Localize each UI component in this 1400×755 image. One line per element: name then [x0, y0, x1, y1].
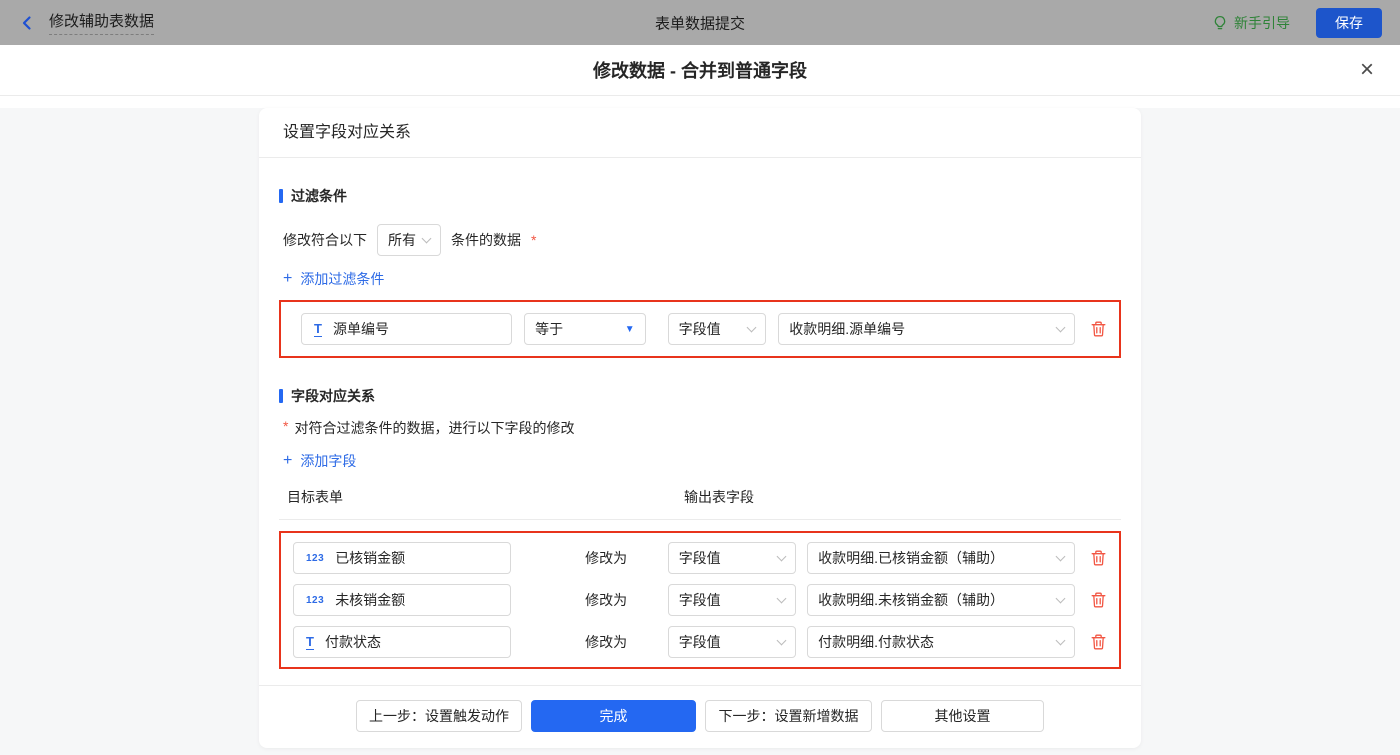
target-field-input[interactable]: 123 已核销金额: [293, 542, 512, 574]
save-button[interactable]: 保存: [1316, 7, 1382, 38]
mapping-table-header: 目标表单 输出表字段: [279, 487, 1121, 520]
number-field-type-icon: 123: [306, 552, 325, 564]
trash-icon[interactable]: [1090, 591, 1107, 609]
match-prefix: 修改符合以下: [283, 232, 367, 248]
back-icon[interactable]: [18, 14, 36, 32]
row-value-select[interactable]: 付款明细.付款状态: [807, 626, 1075, 658]
row-value-type-select[interactable]: 字段值: [667, 626, 797, 658]
match-mode-value: 所有: [388, 232, 416, 248]
mapping-rows-box: 123 已核销金额 修改为 字段值 收款明细.已核销金额（辅助） 123 未核销…: [279, 531, 1121, 669]
done-button[interactable]: 完成: [531, 700, 696, 732]
target-field-value: 付款状态: [324, 634, 381, 650]
chevron-down-icon: [1055, 593, 1066, 603]
filter-section-label: 过滤条件: [291, 188, 347, 204]
other-settings-button[interactable]: 其他设置: [881, 700, 1044, 732]
chevron-down-icon: [746, 322, 757, 332]
chevron-down-icon: [776, 551, 787, 561]
add-filter-condition-link[interactable]: + 添加过滤条件: [279, 269, 1121, 289]
add-field-link[interactable]: + 添加字段: [279, 451, 1121, 471]
close-icon[interactable]: ×: [1360, 58, 1374, 82]
mapping-row: 123 已核销金额 修改为 字段值 收款明细.已核销金额（辅助）: [293, 542, 1107, 574]
operator-value: 等于: [535, 321, 564, 337]
plus-icon: +: [283, 270, 293, 287]
modal-footer: 上一步：设置触发动作 完成 下一步：设置新增数据 其他设置: [259, 685, 1141, 748]
modal-body: 设置字段对应关系 过滤条件 修改符合以下 所有 条件的数据 * + 添加过滤条件: [0, 108, 1400, 755]
filter-value-type-select[interactable]: 字段值: [667, 313, 767, 345]
row-value-type: 字段值: [678, 634, 721, 650]
guide-label: 新手引导: [1234, 14, 1290, 31]
mapping-description-text: 对符合过滤条件的数据，进行以下字段的修改: [294, 420, 575, 436]
row-value: 收款明细.已核销金额（辅助）: [818, 550, 1005, 566]
filter-field-input[interactable]: T 源单编号: [301, 313, 513, 345]
required-asterisk: *: [283, 418, 289, 434]
trash-icon[interactable]: [1090, 633, 1107, 651]
row-value-select[interactable]: 收款明细.未核销金额（辅助）: [807, 584, 1075, 616]
filter-section-title: 过滤条件: [279, 158, 1121, 206]
mapping-row: T 付款状态 修改为 字段值 付款明细.付款状态: [293, 626, 1107, 658]
match-row: 修改符合以下 所有 条件的数据 *: [279, 224, 1121, 256]
text-field-type-icon: T: [314, 320, 322, 337]
prev-step-button[interactable]: 上一步：设置触发动作: [356, 700, 522, 732]
lightbulb-icon: [1212, 15, 1228, 31]
settings-card: 设置字段对应关系 过滤条件 修改符合以下 所有 条件的数据 * + 添加过滤条件: [259, 108, 1141, 748]
chevron-down-icon: [776, 593, 787, 603]
column-target-form: 目标表单: [287, 489, 343, 505]
mapping-section-title: 字段对应关系: [279, 358, 1121, 406]
number-field-type-icon: 123: [306, 594, 325, 606]
target-field-input[interactable]: T 付款状态: [293, 626, 512, 658]
add-field-label: 添加字段: [300, 453, 357, 469]
target-field-value: 已核销金额: [335, 550, 406, 566]
page-title: 表单数据提交: [654, 15, 746, 32]
chevron-down-icon: [776, 635, 787, 645]
row-value-select[interactable]: 收款明细.已核销金额（辅助）: [807, 542, 1075, 574]
mapping-section-label: 字段对应关系: [291, 388, 375, 404]
chevron-down-icon: [421, 233, 432, 243]
mapping-row: 123 未核销金额 修改为 字段值 收款明细.未核销金额（辅助）: [293, 584, 1107, 616]
plus-icon: +: [283, 452, 293, 469]
trash-icon[interactable]: [1090, 320, 1107, 338]
text-field-type-icon: T: [306, 633, 314, 650]
next-step-button[interactable]: 下一步：设置新增数据: [705, 700, 872, 732]
row-value-type-select[interactable]: 字段值: [667, 584, 797, 616]
chevron-down-icon: [1055, 635, 1066, 645]
chevron-down-icon: [1055, 322, 1066, 332]
filter-value-select[interactable]: 收款明细.源单编号: [778, 313, 1075, 345]
filter-value: 收款明细.源单编号: [789, 321, 906, 337]
filter-condition-box: T 源单编号 等于 ▼ 字段值 收款明细.源单编号: [279, 300, 1121, 358]
modal-header: 修改数据 - 合并到普通字段 ×: [0, 45, 1400, 96]
match-suffix: 条件的数据: [451, 232, 521, 248]
mapping-description: * 对符合过滤条件的数据，进行以下字段的修改: [279, 418, 1121, 438]
column-output-field: 输出表字段: [684, 489, 754, 505]
required-asterisk: *: [531, 232, 537, 248]
modal-title: 修改数据 - 合并到普通字段: [593, 61, 807, 81]
operator-select[interactable]: 等于 ▼: [524, 313, 646, 345]
target-field-value: 未核销金额: [335, 592, 406, 608]
row-value: 付款明细.付款状态: [818, 634, 935, 650]
row-value-type: 字段值: [678, 550, 721, 566]
add-filter-condition-label: 添加过滤条件: [300, 271, 385, 287]
back-title[interactable]: 修改辅助表数据: [49, 10, 155, 35]
modify-to-label: 修改为: [585, 592, 628, 608]
beginner-guide-link[interactable]: 新手引导: [1212, 13, 1290, 33]
caret-down-icon: ▼: [624, 323, 635, 335]
topbar: 修改辅助表数据 表单数据提交 新手引导 保存: [0, 0, 1400, 45]
modify-to-label: 修改为: [585, 550, 628, 566]
trash-icon[interactable]: [1090, 549, 1107, 567]
section-bar-icon: [279, 189, 283, 203]
row-value: 收款明细.未核销金额（辅助）: [818, 592, 1005, 608]
modify-to-label: 修改为: [585, 634, 628, 650]
target-field-input[interactable]: 123 未核销金额: [293, 584, 512, 616]
row-value-type: 字段值: [678, 592, 721, 608]
row-value-type-select[interactable]: 字段值: [667, 542, 797, 574]
card-title: 设置字段对应关系: [259, 108, 1141, 158]
match-mode-select[interactable]: 所有: [377, 224, 441, 256]
section-bar-icon: [279, 389, 283, 403]
chevron-down-icon: [1055, 551, 1066, 561]
filter-value-type: 字段值: [678, 321, 721, 337]
filter-field-value: 源单编号: [332, 321, 389, 337]
